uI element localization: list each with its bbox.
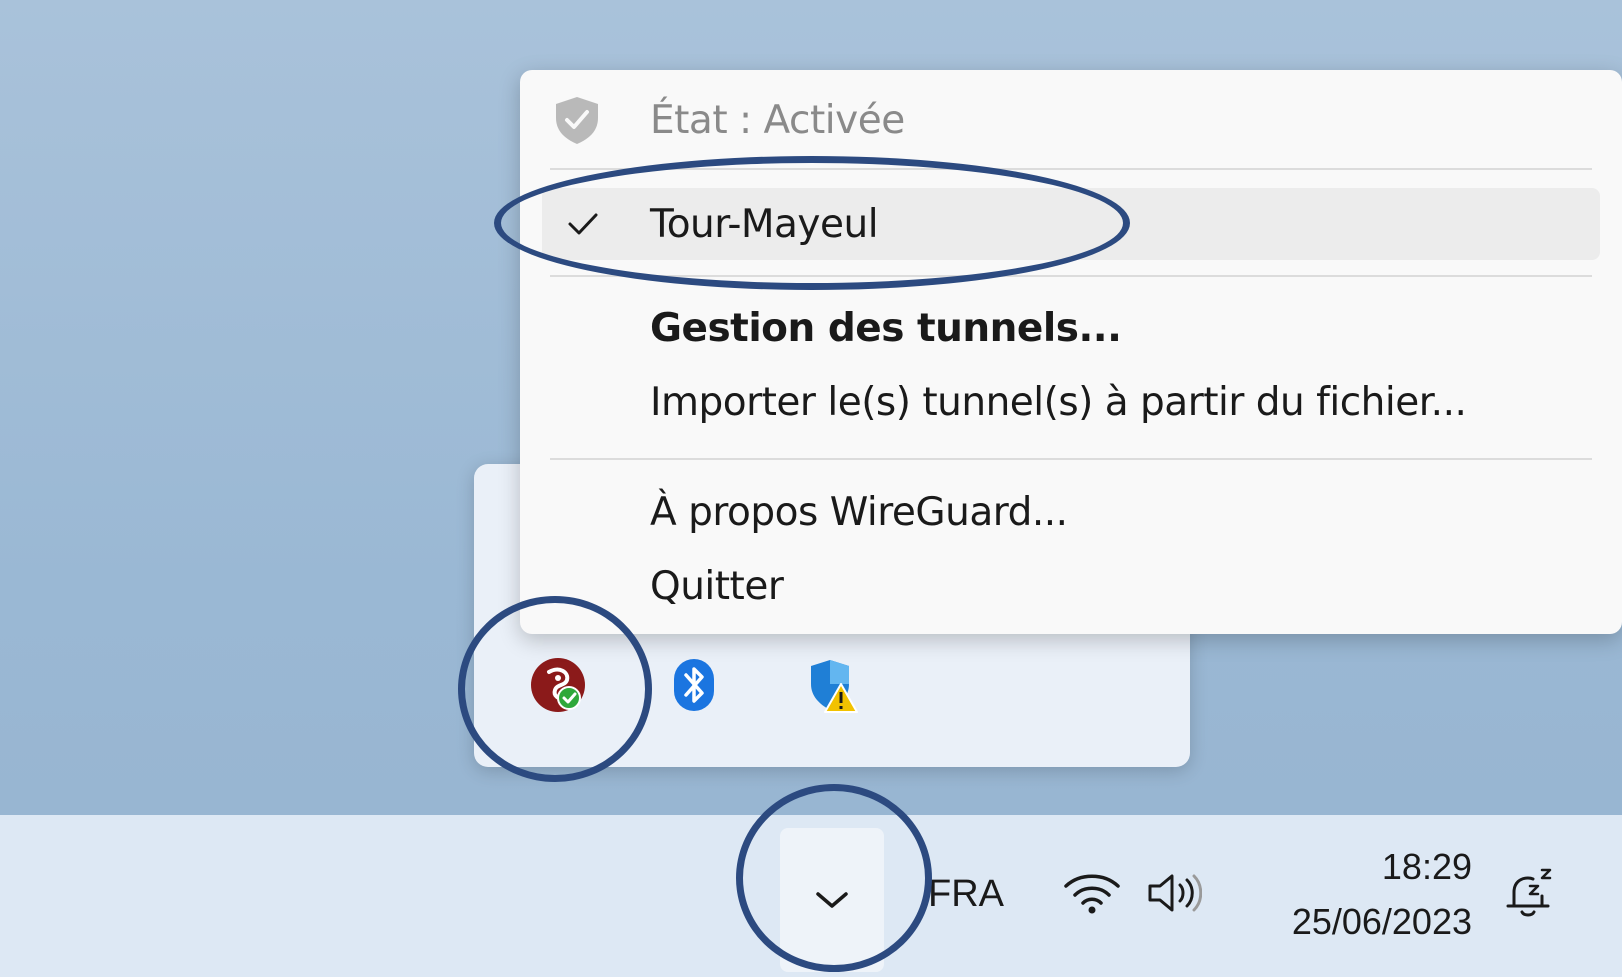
menu-item-tunnel[interactable]: Tour-Mayeul	[542, 188, 1600, 260]
wireguard-tray-icon[interactable]	[528, 655, 588, 715]
shield-check-icon	[550, 93, 604, 147]
show-hidden-icons-button[interactable]	[780, 828, 884, 972]
menu-item-status: État : Activée	[520, 84, 1622, 156]
notification-bell-snooze-icon[interactable]	[1500, 866, 1556, 926]
quit-label: Quitter	[650, 563, 784, 609]
status-label: État : Activée	[650, 97, 905, 143]
clock-date[interactable]: 25/06/2023	[1292, 901, 1472, 943]
menu-separator	[550, 168, 1592, 170]
menu-item-about[interactable]: À propos WireGuard...	[520, 476, 1622, 548]
wifi-icon[interactable]	[1062, 870, 1122, 920]
wireguard-icon	[531, 658, 585, 712]
input-language-indicator[interactable]: FRA	[928, 873, 1004, 916]
windows-security-warning-icon	[811, 660, 858, 713]
import-tunnels-label: Importer le(s) tunnel(s) à partir du fic…	[650, 379, 1467, 425]
chevron-down-icon	[816, 892, 848, 908]
bluetooth-icon	[674, 659, 714, 711]
wireguard-context-menu: État : Activée Tour-Mayeul Gestion des t…	[520, 70, 1622, 634]
tunnel-name-label: Tour-Mayeul	[650, 201, 879, 247]
menu-item-manage-tunnels[interactable]: Gestion des tunnels...	[520, 292, 1622, 364]
windows-security-tray-icon[interactable]	[802, 655, 862, 715]
menu-separator	[550, 275, 1592, 277]
manage-tunnels-label: Gestion des tunnels...	[650, 305, 1122, 351]
menu-item-import-tunnels[interactable]: Importer le(s) tunnel(s) à partir du fic…	[520, 366, 1622, 438]
bluetooth-tray-icon[interactable]	[664, 655, 724, 715]
checkmark-icon	[556, 197, 610, 251]
volume-icon[interactable]	[1146, 870, 1203, 920]
menu-separator	[550, 458, 1592, 460]
about-label: À propos WireGuard...	[650, 489, 1068, 535]
clock-time[interactable]: 18:29	[1382, 846, 1472, 888]
menu-item-quit[interactable]: Quitter	[520, 550, 1622, 622]
